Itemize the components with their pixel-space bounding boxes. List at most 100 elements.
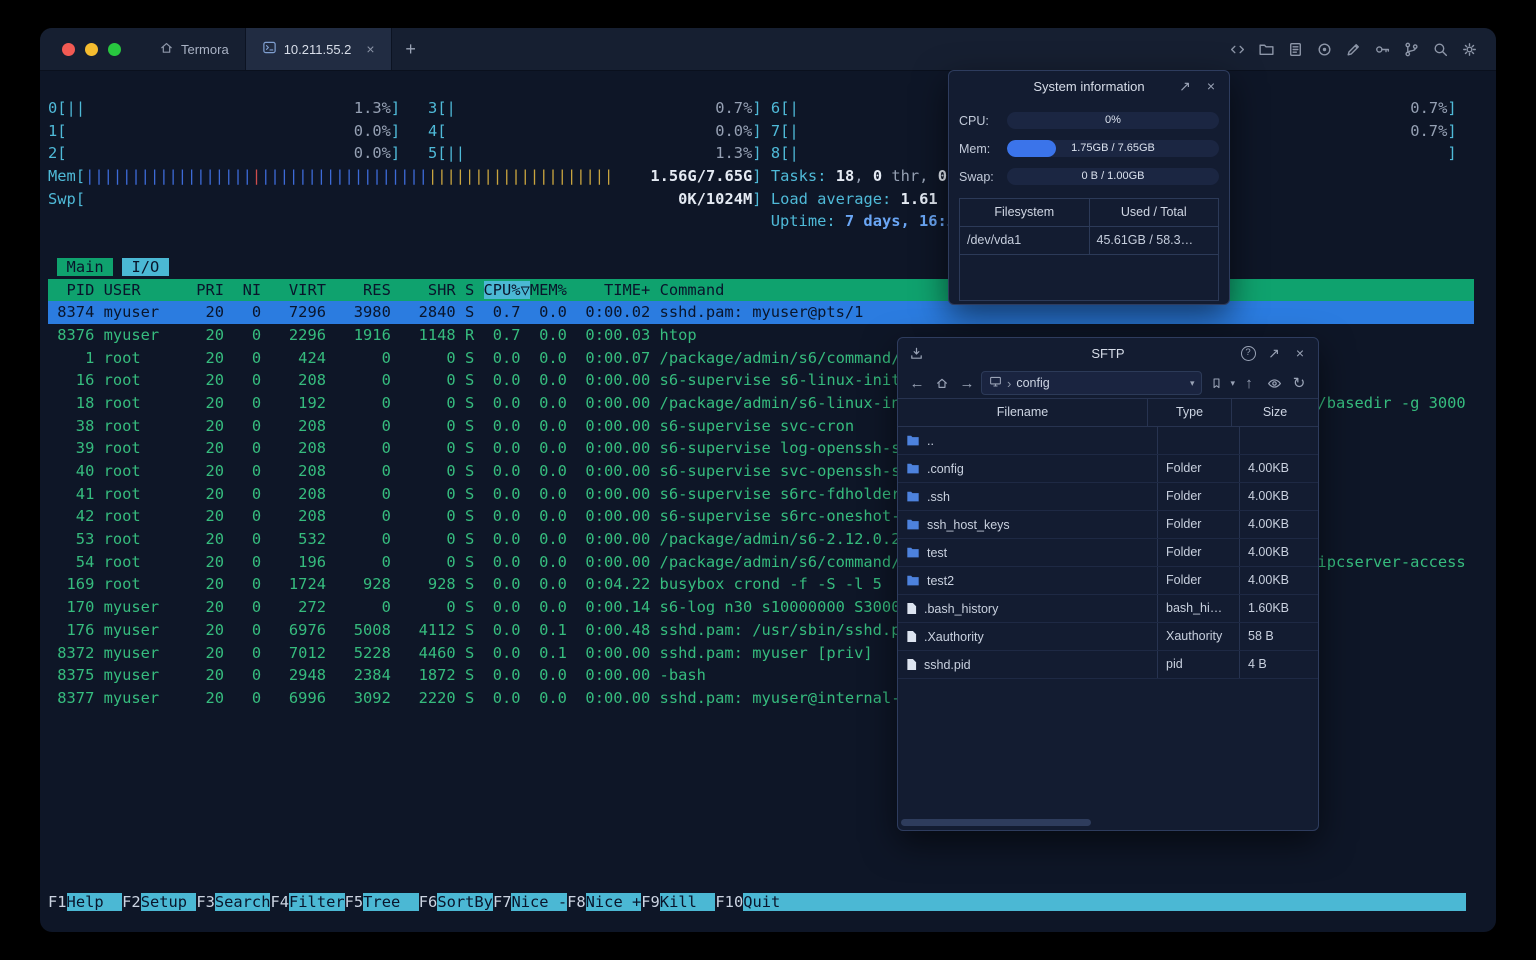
sftp-file-row[interactable]: .. — [898, 427, 1318, 455]
sysinfo-titlebar: System information ↗ × — [949, 71, 1229, 101]
forward-button[interactable]: → — [956, 372, 978, 394]
breadcrumb-chevron: › — [1007, 375, 1012, 391]
log-icon[interactable] — [1287, 41, 1304, 58]
sftp-navbar: ← → › config ▾ ▾ ↑ ↻ — [898, 368, 1318, 398]
key-icon[interactable] — [1374, 41, 1391, 58]
folder-icon — [906, 490, 920, 503]
settings-icon[interactable] — [1461, 41, 1478, 58]
file-name: test2 — [927, 573, 955, 588]
file-icon — [906, 630, 917, 643]
sftp-rows: .. .config Folder 4.00KB .ssh Folder 4.00KB ssh… — [898, 427, 1318, 679]
sftp-file-row[interactable]: test2 Folder 4.00KB — [898, 567, 1318, 595]
back-button[interactable]: ← — [906, 372, 928, 394]
close-window-button[interactable] — [62, 42, 75, 56]
fnkey-F10: F10 — [715, 893, 744, 912]
filesystem-table: Filesystem Used / Total /dev/vda1 45.61G… — [959, 198, 1219, 301]
cpu-progress-text: 0% — [1105, 114, 1121, 126]
horizontal-scrollbar[interactable] — [901, 819, 1315, 826]
branch-icon[interactable] — [1403, 41, 1420, 58]
pencil-icon[interactable] — [1345, 41, 1362, 58]
file-name: ssh_host_keys — [927, 517, 1010, 532]
fnkey-F2-label[interactable]: Setup — [140, 893, 197, 912]
close-tab-icon[interactable]: × — [366, 42, 374, 56]
file-name: .ssh — [927, 489, 950, 504]
home-icon — [159, 40, 174, 58]
path-dropdown-icon[interactable]: ▾ — [1190, 378, 1195, 389]
process-table-header[interactable]: PID USER PRI NI VIRT RES SHR S CPU%▽MEM%… — [48, 278, 1474, 302]
cpu-meter-line: Mem[||||||||||||||||||||||||||||||||||||… — [48, 167, 947, 186]
fnkey-F4: F4 — [270, 893, 290, 912]
sftp-file-row[interactable]: .bash_history bash_hi… 1.60KB — [898, 595, 1318, 623]
fnkey-F3-label[interactable]: Search — [214, 893, 271, 912]
file-size: 4.00KB — [1248, 517, 1290, 531]
bookmark-dropdown-icon[interactable]: ▾ — [1230, 378, 1235, 389]
detach-panel-icon[interactable]: ↗ — [1266, 345, 1282, 361]
code-icon[interactable] — [1229, 41, 1246, 58]
fnkey-F6-label[interactable]: SortBy — [437, 893, 493, 912]
file-size: 1.60KB — [1248, 601, 1290, 615]
sftp-table-header: Filename Type Size — [898, 398, 1318, 427]
fnkey-F2: F2 — [122, 893, 141, 912]
detach-panel-icon[interactable]: ↗ — [1177, 78, 1193, 94]
mem-label: Mem: — [959, 141, 991, 156]
minimize-window-button[interactable] — [85, 42, 98, 56]
bookmark-button[interactable] — [1205, 372, 1227, 394]
fnkey-F1: F1 — [48, 893, 67, 912]
fnkey-F7-label[interactable]: Nice - — [511, 893, 568, 912]
fnkey-F10-label[interactable]: Quit — [743, 893, 1466, 912]
sftp-file-row[interactable]: .Xauthority Xauthority 58 B — [898, 623, 1318, 651]
help-icon[interactable]: ? — [1240, 345, 1256, 361]
fnkey-F8: F8 — [567, 893, 586, 912]
sftp-file-row[interactable]: .ssh Folder 4.00KB — [898, 483, 1318, 511]
record-icon[interactable] — [1316, 41, 1333, 58]
zoom-window-button[interactable] — [108, 42, 121, 56]
home-button[interactable] — [931, 372, 953, 394]
folder-icon — [906, 434, 920, 447]
swap-label: Swap: — [959, 169, 994, 184]
file-size: 4 B — [1248, 657, 1267, 671]
refresh-button[interactable]: ↻ — [1288, 372, 1310, 394]
parent-directory-button[interactable]: ↑ — [1238, 372, 1260, 394]
fnkey-F7: F7 — [492, 893, 512, 912]
close-panel-icon[interactable]: × — [1292, 345, 1308, 361]
current-directory: config — [1016, 376, 1050, 390]
new-tab-button[interactable]: + — [392, 28, 430, 70]
file-size: 4.00KB — [1248, 461, 1290, 475]
sftp-file-row[interactable]: .config Folder 4.00KB — [898, 455, 1318, 483]
column-filename[interactable]: Filename — [898, 399, 1147, 426]
sftp-file-row[interactable]: test Folder 4.00KB — [898, 539, 1318, 567]
fnkey-F1-label[interactable]: Help — [66, 893, 123, 912]
tab-termora[interactable]: Termora — [143, 28, 245, 70]
process-row[interactable]: 8374 myuser 20 0 7296 3980 2840 S 0.7 0.… — [48, 301, 1474, 324]
fnkey-F5-label[interactable]: Tree — [363, 893, 419, 912]
fnkey-F4-label[interactable]: Filter — [289, 893, 345, 912]
folder-icon[interactable] — [1258, 41, 1275, 58]
cpu-meter-line: 0[|| 1.3%] 3[| 0.7%] 6[| 0.7%] — [48, 99, 1457, 117]
fnkey-F6: F6 — [418, 893, 438, 912]
file-name: .. — [927, 433, 934, 448]
show-hidden-button[interactable] — [1263, 372, 1285, 394]
column-size[interactable]: Size — [1232, 399, 1318, 426]
fnkey-F8-label[interactable]: Nice + — [585, 893, 642, 912]
column-type[interactable]: Type — [1147, 399, 1232, 426]
sftp-file-row[interactable]: sshd.pid pid 4 B — [898, 651, 1318, 679]
tab-session[interactable]: 10.211.55.2 × — [244, 28, 392, 70]
fnkey-F9-label[interactable]: Kill — [659, 893, 716, 912]
transfers-icon[interactable] — [908, 345, 924, 361]
mem-progressbar: 1.75GB / 7.65GB — [1007, 140, 1219, 157]
filesystem-table-header: Filesystem Used / Total — [960, 199, 1218, 227]
filesystem-row[interactable]: /dev/vda1 45.61GB / 58.3… — [960, 227, 1218, 255]
sftp-file-row[interactable]: ssh_host_keys Folder 4.00KB — [898, 511, 1318, 539]
sftp-titlebar: SFTP ? ↗ × — [898, 338, 1318, 368]
scrollbar-thumb[interactable] — [901, 819, 1092, 826]
fnkey-F9: F9 — [641, 893, 660, 912]
search-icon[interactable] — [1432, 41, 1449, 58]
folder-icon — [906, 462, 920, 475]
swap-progressbar: 0 B / 1.00GB — [1007, 168, 1219, 185]
path-breadcrumb[interactable]: › config ▾ — [981, 371, 1203, 395]
close-panel-icon[interactable]: × — [1203, 78, 1219, 94]
fnkey-F5: F5 — [344, 893, 364, 912]
system-information-panel: System information ↗ × CPU: 0% Mem: 1.75… — [948, 70, 1230, 305]
htop-screen-tabs[interactable]: Main I/O — [48, 256, 1474, 279]
